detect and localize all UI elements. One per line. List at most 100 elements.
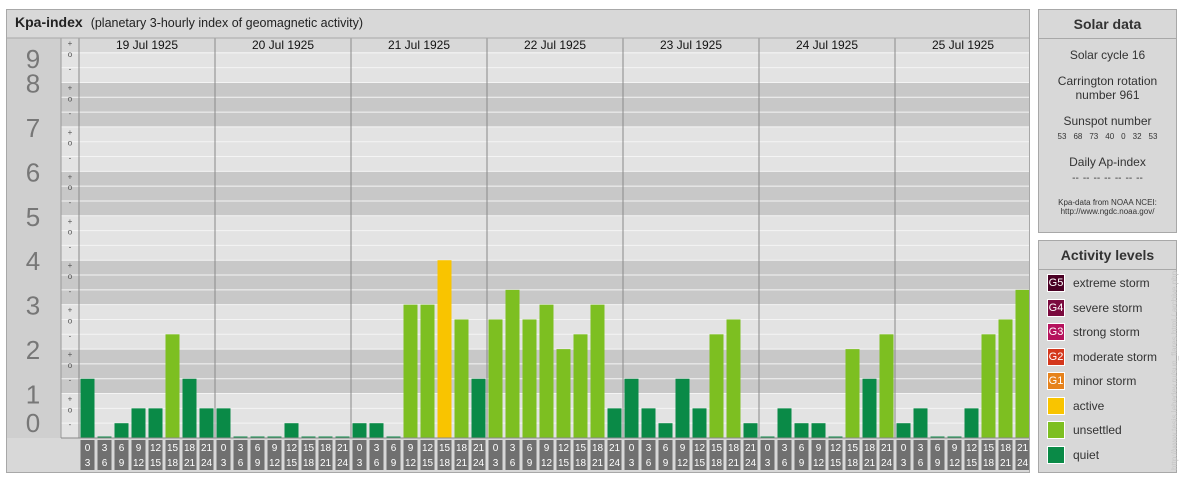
sunspot-value: 0 xyxy=(1121,132,1126,141)
y-tick-label: 0 xyxy=(26,408,40,438)
sub-tick-label: o xyxy=(68,316,73,325)
kp-bar xyxy=(624,378,639,438)
kp-bar xyxy=(352,423,367,438)
ap-title: Daily Ap-index xyxy=(1069,155,1146,169)
day-label: 24 Jul 1925 xyxy=(796,38,858,52)
kp-bar xyxy=(658,423,673,438)
interval-start-label: 21 xyxy=(473,443,485,454)
activity-level-item: unsettled xyxy=(1047,421,1122,439)
interval-start-label: 0 xyxy=(901,443,907,454)
solar-data-panel: Solar data Solar cycle 16 Carrington rot… xyxy=(1038,9,1177,233)
interval-end-label: 15 xyxy=(694,458,706,469)
interval-start-label: 0 xyxy=(493,443,499,454)
interval-end-label: 21 xyxy=(728,458,740,469)
sub-tick-label: + xyxy=(68,306,73,315)
interval-start-label: 6 xyxy=(255,443,261,454)
kp-bar xyxy=(114,423,129,438)
interval-start-label: 21 xyxy=(201,443,213,454)
sub-tick-label: o xyxy=(68,183,73,192)
kp-bar xyxy=(182,378,197,438)
ap-value: -- xyxy=(1114,173,1122,184)
kp-bar xyxy=(981,334,996,438)
interval-start-label: 12 xyxy=(286,443,298,454)
kp-bar xyxy=(998,319,1013,438)
interval-end-label: 24 xyxy=(201,458,213,469)
y-tick-label: 9 xyxy=(26,44,40,74)
activity-level-label: strong storm xyxy=(1073,325,1140,339)
sunspot-value: 73 xyxy=(1089,132,1099,141)
interval-start-label: 18 xyxy=(456,443,468,454)
interval-end-label: 3 xyxy=(357,458,363,469)
interval-end-label: 21 xyxy=(320,458,332,469)
interval-start-label: 9 xyxy=(272,443,278,454)
interval-end-label: 24 xyxy=(881,458,893,469)
interval-start-label: 15 xyxy=(711,443,723,454)
sub-tick-label: o xyxy=(68,405,73,414)
kp-bar xyxy=(675,378,690,438)
activity-level-item: G1 minor storm xyxy=(1047,372,1136,390)
interval-start-label: 0 xyxy=(765,443,771,454)
interval-end-label: 24 xyxy=(609,458,621,469)
sub-tick-label: - xyxy=(69,376,72,385)
interval-end-label: 15 xyxy=(286,458,298,469)
interval-end-label: 24 xyxy=(1017,458,1029,469)
sub-tick-label: - xyxy=(69,109,72,118)
sub-tick-label: + xyxy=(68,395,73,404)
interval-start-label: 0 xyxy=(357,443,363,454)
y-tick-label: 6 xyxy=(26,157,40,187)
ap-value: -- xyxy=(1072,173,1079,184)
kp-bar xyxy=(692,408,707,438)
interval-end-label: 6 xyxy=(782,458,788,469)
sub-tick-label: o xyxy=(68,139,73,148)
interval-end-label: 9 xyxy=(527,458,533,469)
activity-level-swatch: G3 xyxy=(1047,323,1065,341)
interval-start-label: 15 xyxy=(167,443,179,454)
interval-start-label: 12 xyxy=(558,443,570,454)
carrington-rotation-line1: Carrington rotation xyxy=(1057,74,1158,88)
activity-level-label: active xyxy=(1073,398,1105,413)
interval-end-label: 18 xyxy=(303,458,315,469)
activity-levels-panel: Activity levels G5 extreme storm G4 severe … xyxy=(1038,240,1177,473)
interval-end-label: 12 xyxy=(405,458,417,469)
interval-start-label: 9 xyxy=(544,443,550,454)
interval-start-label: 15 xyxy=(575,443,587,454)
interval-start-label: 15 xyxy=(847,443,859,454)
activity-level-label: extreme storm xyxy=(1073,276,1150,290)
kp-bar xyxy=(148,408,163,438)
interval-start-label: 3 xyxy=(510,443,516,454)
kp-bar xyxy=(743,423,758,438)
interval-start-label: 9 xyxy=(136,443,142,454)
interval-end-label: 12 xyxy=(813,458,825,469)
data-source-link[interactable]: http://www.ngdc.noaa.gov/ xyxy=(1039,207,1176,216)
interval-end-label: 15 xyxy=(558,458,570,469)
interval-start-label: 9 xyxy=(816,443,822,454)
interval-start-label: 9 xyxy=(680,443,686,454)
interval-end-label: 6 xyxy=(510,458,516,469)
interval-start-label: 15 xyxy=(303,443,315,454)
kp-chart: 19 Jul 1925 20 Jul 1925 21 Jul 1925 22 Jul … xyxy=(7,37,1029,470)
sunspot-value: 40 xyxy=(1105,132,1115,141)
kp-bar xyxy=(913,408,928,438)
interval-start-label: 18 xyxy=(320,443,332,454)
activity-level-item: G2 moderate storm xyxy=(1047,347,1157,366)
sub-tick-label: + xyxy=(68,172,73,181)
interval-end-label: 6 xyxy=(374,458,380,469)
ap-value: -- xyxy=(1082,173,1090,184)
sunspot-title: Sunspot number xyxy=(1063,114,1152,128)
kp-bar xyxy=(794,423,809,438)
interval-end-label: 3 xyxy=(221,458,227,469)
interval-start-label: 12 xyxy=(830,443,842,454)
day-label: 20 Jul 1925 xyxy=(252,38,314,52)
sub-tick-label: - xyxy=(69,154,72,163)
sunspot-value: 53 xyxy=(1148,132,1158,141)
activity-level-swatch xyxy=(1047,421,1065,439)
interval-end-label: 12 xyxy=(269,458,281,469)
activity-level-swatch: G5 xyxy=(1047,274,1065,292)
sub-tick-label: - xyxy=(69,242,72,251)
kp-bar xyxy=(437,260,452,438)
kp-bar xyxy=(539,304,554,438)
interval-end-label: 18 xyxy=(439,458,451,469)
sub-tick-label: - xyxy=(69,198,72,207)
sub-tick-label: + xyxy=(68,128,73,137)
day-label: 23 Jul 1925 xyxy=(660,38,722,52)
